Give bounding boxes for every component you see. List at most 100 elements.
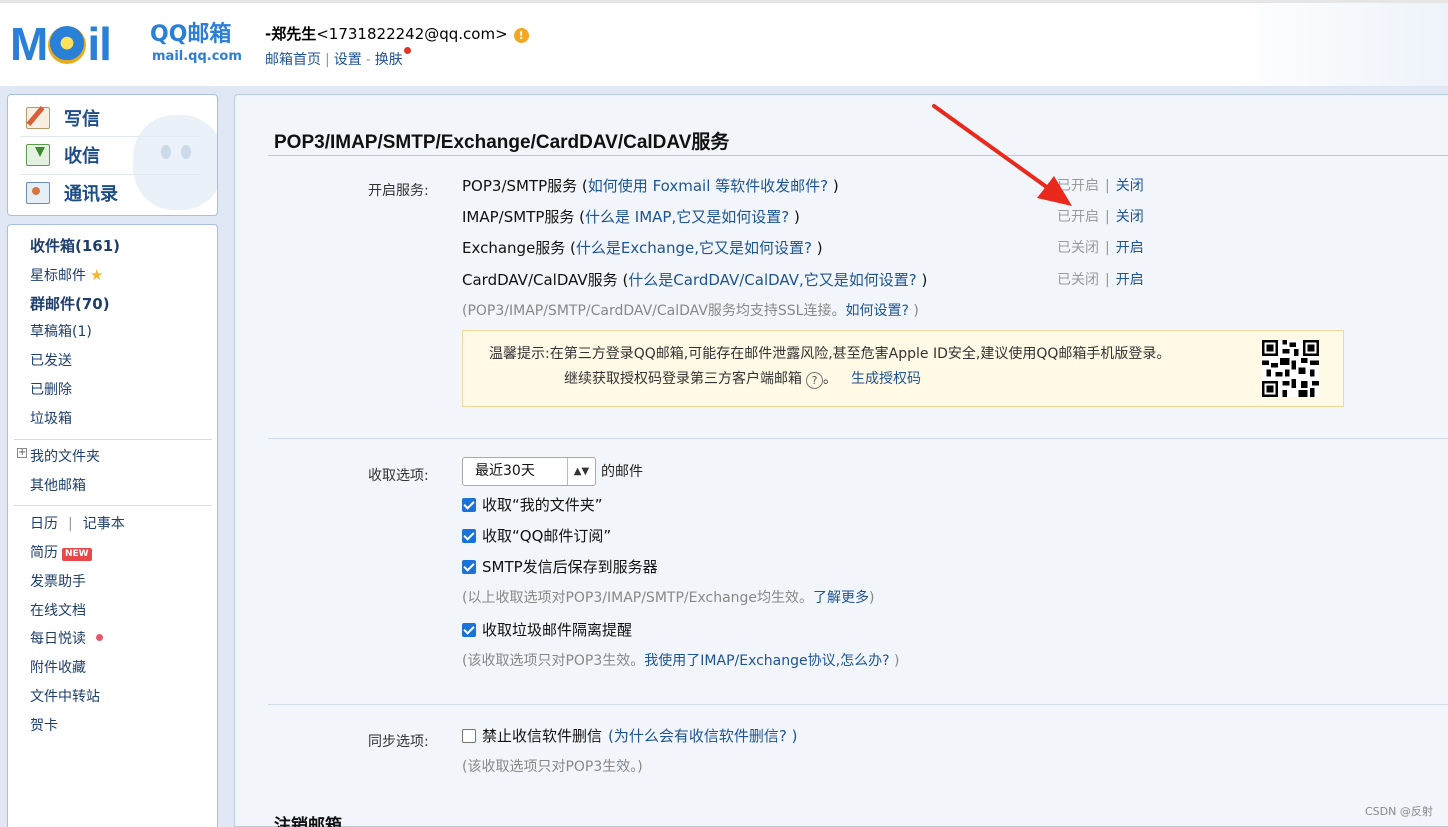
watermark-text: CSDN @反射	[1365, 805, 1433, 818]
calendar-notes-row: 日历 | 记事本	[30, 516, 125, 532]
no-delete-option[interactable]: 禁止收信软件删信 (为什么会有收信软件删信? )	[462, 726, 797, 746]
imap-status: 已开启 | 关闭	[1057, 209, 1144, 225]
logo-penguin-o	[48, 26, 87, 64]
no-delete-checkbox[interactable]	[462, 729, 476, 743]
status-text: 已开启	[1057, 209, 1099, 225]
fetch-options-label: 收取选项:	[368, 468, 429, 484]
imap-exchange-help-link[interactable]: 我使用了IMAP/Exchange协议,怎么办?	[644, 653, 889, 669]
receive-button[interactable]: 收信	[26, 137, 216, 173]
left-sidebar: 写信 收信 通讯录 收件箱(161) 星标邮件 ★ 群邮件(70) 草稿箱(1) …	[0, 86, 225, 827]
exchange-help-link[interactable]: 什么是Exchange,它又是如何设置?	[576, 239, 812, 257]
imap-help-link[interactable]: 什么是 IMAP,它又是如何设置?	[585, 208, 789, 226]
sidebar-item-invoice[interactable]: 发票助手	[30, 572, 86, 592]
generate-authcode-link[interactable]: 生成授权码	[851, 371, 921, 387]
exchange-status: 已关闭 | 开启	[1057, 240, 1144, 256]
sidebar-item-deleted[interactable]: 已删除	[30, 380, 72, 400]
top-header: Mil QQ邮箱 mail.qq.com -郑先生<1731822242@qq.…	[0, 0, 1448, 86]
logo-brand-text: QQ邮箱	[150, 22, 232, 47]
user-name: -郑先生	[265, 25, 317, 43]
folder-list: 收件箱(161) 星标邮件 ★ 群邮件(70) 草稿箱(1) 已发送 已删除 垃圾…	[7, 224, 218, 827]
sidebar-item-starred[interactable]: 星标邮件 ★	[30, 265, 103, 286]
quick-actions-box: 写信 收信 通讯录	[7, 94, 218, 216]
sidebar-item-online-docs[interactable]: 在线文档	[30, 601, 86, 621]
write-icon	[26, 107, 50, 129]
sync-options-label: 同步选项:	[368, 734, 429, 750]
tip-authcode-line: 继续获取授权码登录第三方客户端邮箱?。生成授权码	[564, 371, 921, 389]
security-tip-box: 温馨提示:在第三方登录QQ邮箱,可能存在邮件泄露风险,甚至危害Apple ID安…	[462, 330, 1344, 407]
pop3-only-note: (该收取选项只对POP3生效。我使用了IMAP/Exchange协议,怎么办? …	[462, 653, 900, 669]
warning-icon[interactable]: !	[513, 28, 529, 43]
expand-tree-icon[interactable]: +	[17, 448, 27, 458]
fetch-range-select[interactable]: 最近30天 ▲▼	[462, 457, 596, 486]
service-row-exchange: Exchange服务 (什么是Exchange,它又是如何设置? )	[462, 239, 823, 257]
pop3-close-button[interactable]: 关闭	[1116, 178, 1144, 194]
settings-panel: POP3/IMAP/SMTP/Exchange/CardDAV/CalDAV服务…	[234, 94, 1448, 827]
service-row-pop3: POP3/SMTP服务 (如何使用 Foxmail 等软件收发邮件? )	[462, 177, 839, 195]
sidebar-item-calendar[interactable]: 日历	[30, 516, 58, 532]
receive-icon	[26, 144, 50, 166]
sidebar-item-junk[interactable]: 垃圾箱	[30, 409, 72, 429]
mail-home-link[interactable]: 邮箱首页	[265, 52, 321, 68]
pop3-help-link[interactable]: 如何使用 Foxmail 等软件收发邮件?	[588, 177, 828, 195]
sidebar-item-resume[interactable]: 简历 NEW	[30, 543, 92, 563]
sidebar-item-attachments[interactable]: 附件收藏	[30, 658, 86, 678]
sidebar-item-my-folders[interactable]: 我的文件夹	[30, 447, 100, 467]
sidebar-item-notes[interactable]: 记事本	[83, 516, 125, 532]
status-text: 已关闭	[1057, 272, 1099, 288]
sidebar-item-inbox[interactable]: 收件箱(161)	[30, 236, 120, 256]
sidebar-item-drafts[interactable]: 草稿箱(1)	[30, 322, 92, 342]
main-area: POP3/IMAP/SMTP/Exchange/CardDAV/CalDAV服务…	[225, 86, 1448, 827]
settings-link[interactable]: 设置	[334, 52, 362, 68]
sidebar-item-other-mailboxes[interactable]: 其他邮箱	[30, 476, 86, 496]
fetch-my-folders-checkbox[interactable]	[462, 498, 476, 512]
caldav-help-link[interactable]: 什么是CardDAV/CalDAV,它又是如何设置?	[628, 271, 916, 289]
sidebar-item-sent[interactable]: 已发送	[30, 351, 72, 371]
notification-dot-icon	[403, 47, 411, 54]
tip-text: 温馨提示:在第三方登录QQ邮箱,可能存在邮件泄露风险,甚至危害Apple ID安…	[489, 346, 1171, 362]
fetch-subscriptions-option[interactable]: 收取“QQ邮件订阅”	[462, 526, 611, 546]
learn-more-link[interactable]: 了解更多	[813, 590, 869, 606]
status-text: 已开启	[1057, 178, 1099, 194]
why-delete-link[interactable]: (为什么会有收信软件删信? )	[608, 726, 797, 746]
sidebar-item-daily-read[interactable]: 每日悦读	[30, 629, 103, 649]
section-title-logout: 注销邮箱	[274, 816, 342, 827]
sidebar-item-file-transfer[interactable]: 文件中转站	[30, 687, 100, 707]
sidebar-item-greeting-cards[interactable]: 贺卡	[30, 716, 58, 736]
top-links: 邮箱首页 | 设置 - 换肤	[265, 47, 411, 70]
smtp-save-checkbox[interactable]	[462, 560, 476, 574]
logo-url-text: mail.qq.com	[152, 49, 242, 64]
caldav-status: 已关闭 | 开启	[1057, 272, 1144, 288]
sync-note: (该收取选项只对POP3生效。)	[462, 759, 643, 775]
junk-alert-option[interactable]: 收取垃圾邮件隔离提醒	[462, 620, 632, 640]
help-icon[interactable]: ?	[806, 372, 823, 389]
compose-button[interactable]: 写信	[26, 100, 216, 136]
contacts-button[interactable]: 通讯录	[26, 175, 216, 211]
ssl-note: (POP3/IMAP/SMTP/CardDAV/CalDAV服务均支持SSL连接…	[462, 303, 919, 319]
junk-alert-checkbox[interactable]	[462, 623, 476, 637]
unread-dot-icon	[96, 634, 103, 641]
imap-close-button[interactable]: 关闭	[1116, 209, 1144, 225]
caldav-open-button[interactable]: 开启	[1116, 272, 1144, 288]
status-text: 已关闭	[1057, 240, 1099, 256]
fetch-subscriptions-checkbox[interactable]	[462, 529, 476, 543]
exchange-open-button[interactable]: 开启	[1116, 240, 1144, 256]
qq-mail-logo[interactable]: Mil QQ邮箱 mail.qq.com	[10, 21, 242, 71]
enable-services-label: 开启服务:	[368, 183, 429, 199]
sidebar-item-group-mail[interactable]: 群邮件(70)	[30, 294, 110, 314]
change-skin-link[interactable]: 换肤	[375, 52, 403, 68]
pop3-status: 已开启 | 关闭	[1057, 178, 1144, 194]
logo-mail-wordmark: Mil	[10, 18, 112, 70]
user-email: <1731822242@qq.com>	[316, 25, 508, 43]
page-title: POP3/IMAP/SMTP/Exchange/CardDAV/CalDAV服务	[274, 132, 730, 153]
new-badge: NEW	[62, 548, 92, 561]
select-arrows-icon: ▲▼	[567, 458, 595, 485]
star-icon: ★	[90, 266, 104, 284]
fetch-scope-note: (以上收取选项对POP3/IMAP/SMTP/Exchange均生效。了解更多)	[462, 590, 875, 606]
fetch-range-suffix: 的邮件	[601, 464, 643, 480]
fetch-my-folders-option[interactable]: 收取“我的文件夹”	[462, 495, 603, 515]
ssl-howto-link[interactable]: 如何设置?	[845, 303, 908, 319]
qr-code-icon	[1262, 340, 1319, 397]
service-row-imap: IMAP/SMTP服务 (什么是 IMAP,它又是如何设置? )	[462, 208, 800, 226]
smtp-save-option[interactable]: SMTP发信后保存到服务器	[462, 557, 658, 577]
contacts-icon	[26, 182, 50, 204]
